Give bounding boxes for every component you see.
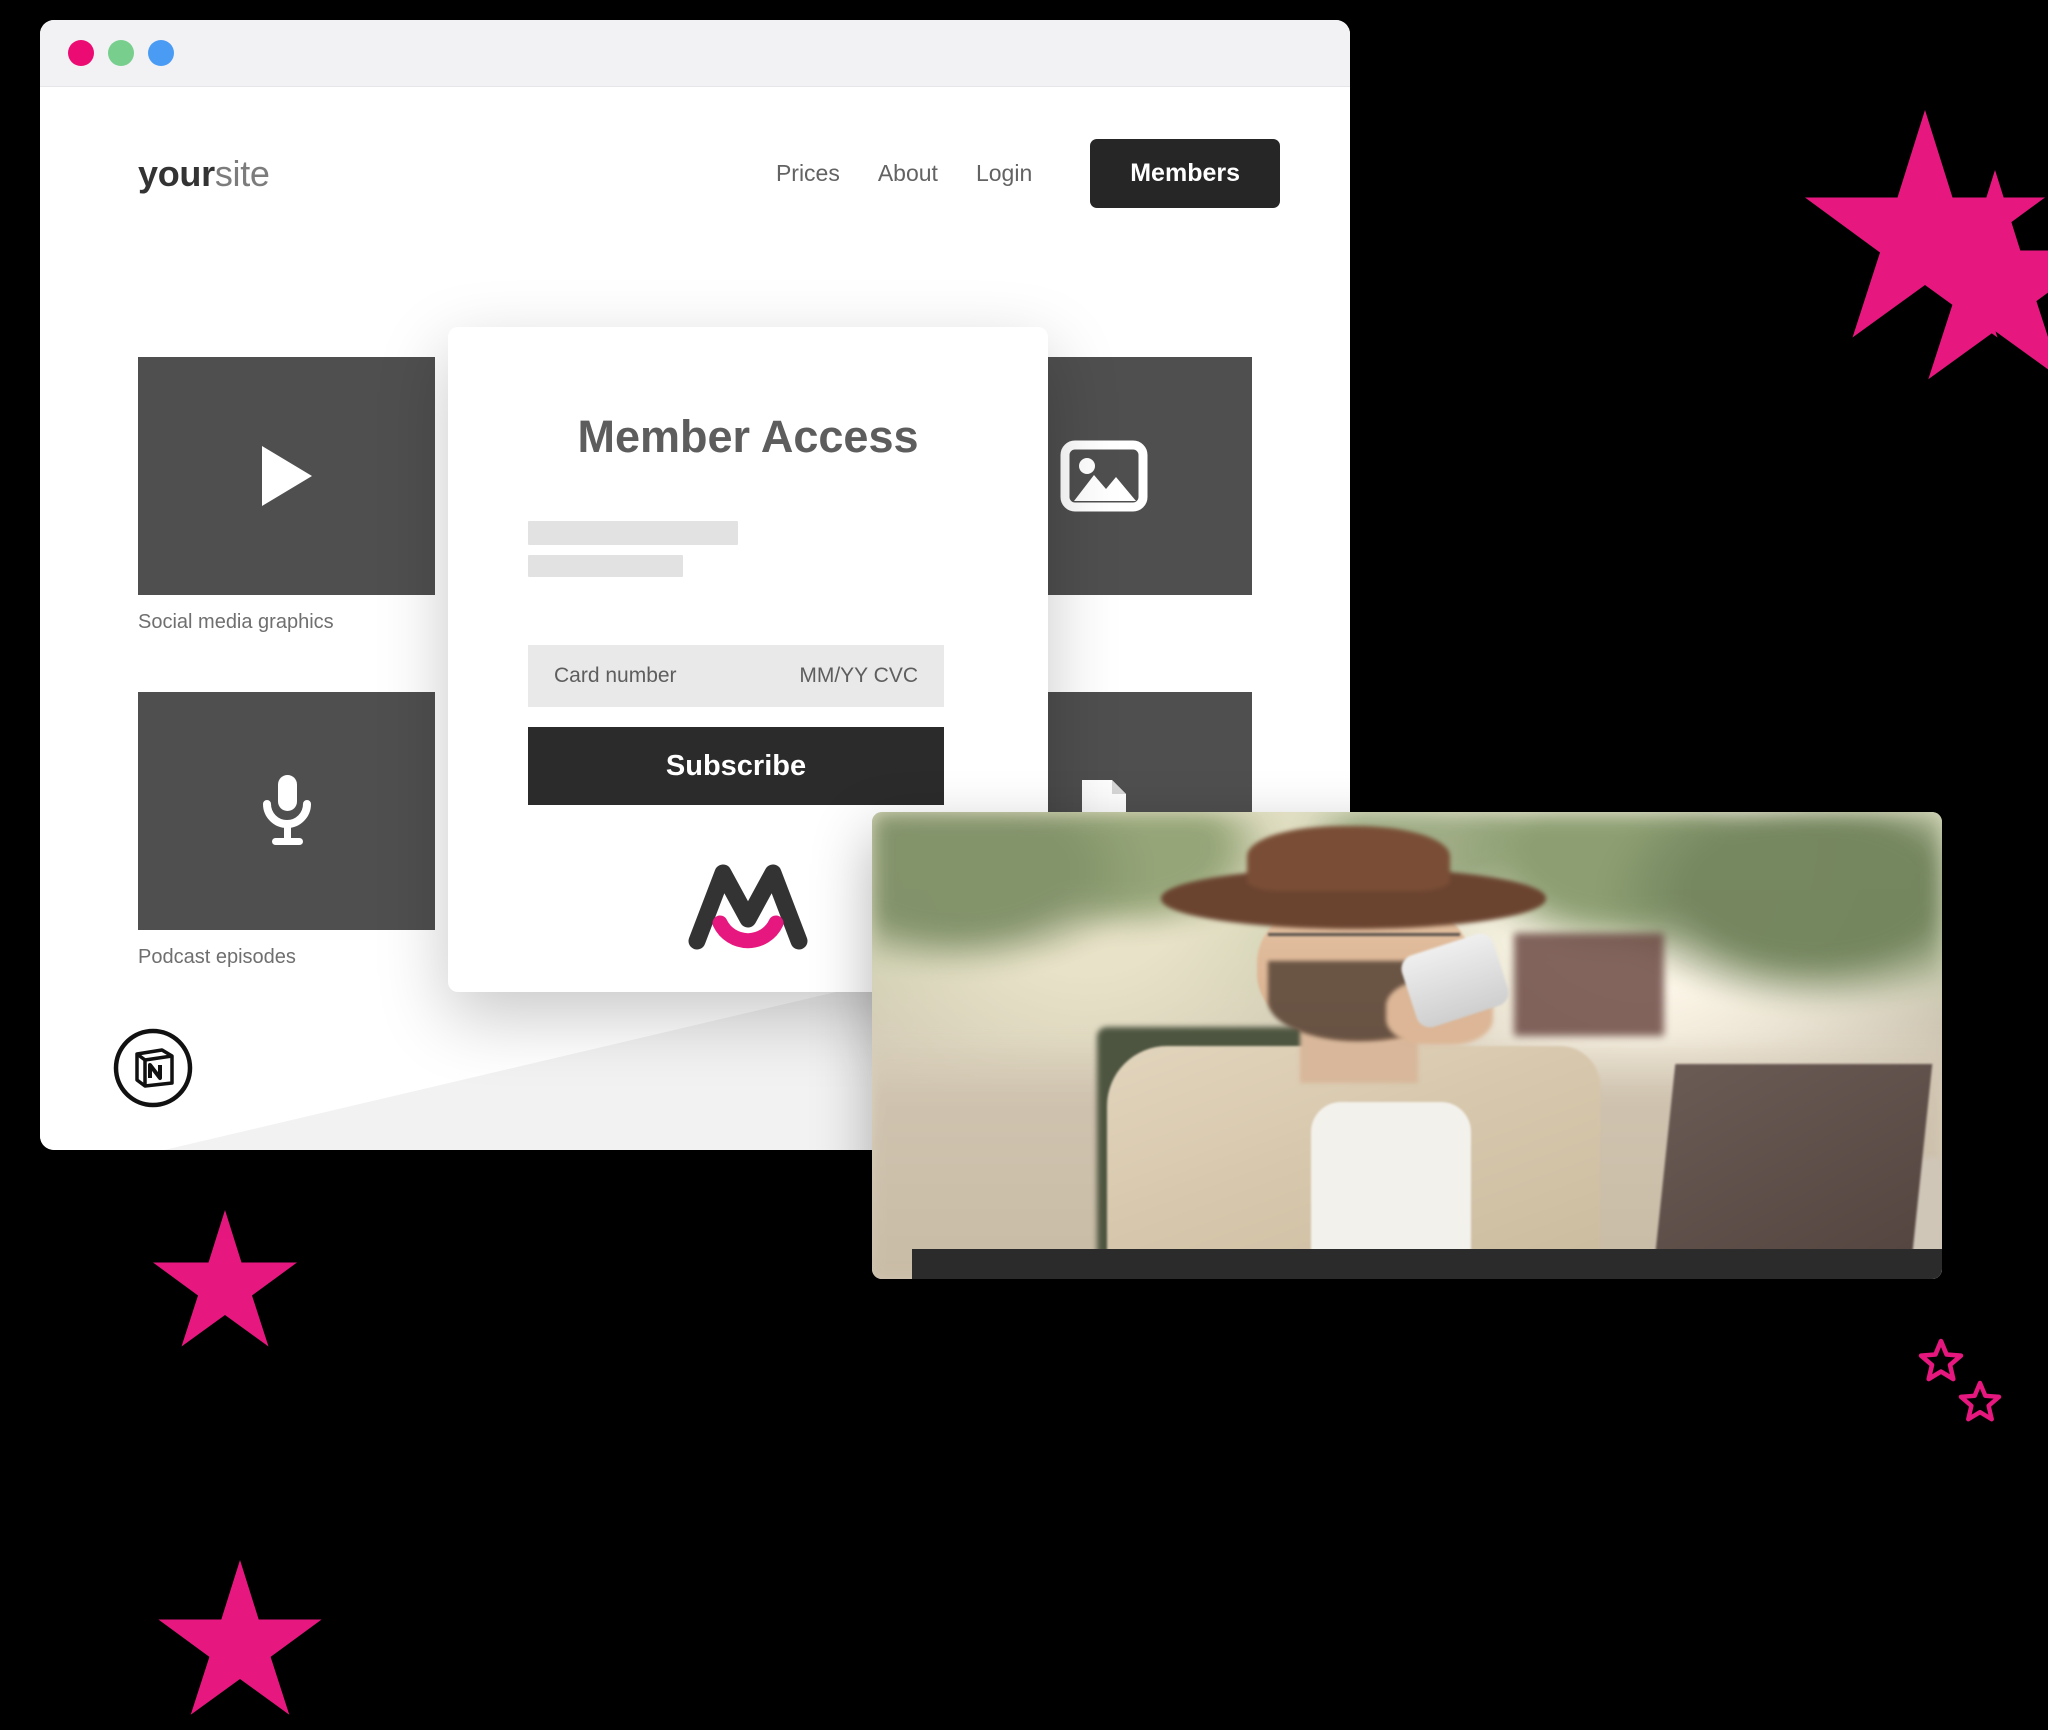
form-field-placeholder-bar [528, 555, 683, 577]
decorative-star-icon [1958, 1380, 2002, 1422]
play-icon [261, 446, 312, 506]
microphone-icon [262, 775, 311, 845]
browser-titlebar [40, 20, 1350, 87]
form-field-placeholder-bar [528, 521, 738, 545]
screenshot-stage: yoursite Prices About Login Members Soci… [0, 0, 2048, 1715]
main-navigation: Prices About Login Members [776, 139, 1280, 208]
subscribe-button[interactable]: Subscribe [528, 727, 944, 805]
content-thumbnail[interactable] [138, 357, 435, 595]
card-expiry-cvc-placeholder: MM/YY CVC [799, 664, 918, 687]
photo-image [872, 812, 1942, 1279]
card-details-input[interactable]: Card number MM/YY CVC [528, 645, 944, 707]
nav-link-about[interactable]: About [878, 160, 938, 187]
minimize-window-dot[interactable] [108, 40, 134, 66]
site-logo[interactable]: yoursite [138, 153, 270, 195]
modal-title: Member Access [577, 411, 919, 462]
decorative-star-icon [1918, 1338, 1964, 1382]
image-icon [1060, 440, 1147, 512]
decorative-star-icon [158, 1560, 322, 1715]
notion-badge[interactable] [112, 1027, 194, 1109]
content-card-podcast[interactable]: Podcast episodes [138, 692, 435, 969]
decorative-star-icon [153, 1210, 297, 1347]
members-button[interactable]: Members [1090, 139, 1280, 208]
close-window-dot[interactable] [68, 40, 94, 66]
card-number-placeholder: Card number [554, 664, 677, 687]
content-thumbnail[interactable] [138, 692, 435, 930]
memberful-m-logo-icon [688, 864, 808, 950]
photo-panel-bottom-bar [912, 1249, 1942, 1279]
nav-link-login[interactable]: Login [976, 160, 1032, 187]
notion-logo-icon [113, 1028, 193, 1108]
content-card-video[interactable]: Social media graphics [138, 357, 435, 634]
content-card-label: Podcast episodes [138, 946, 296, 968]
nav-link-prices[interactable]: Prices [776, 160, 840, 187]
site-logo-bold: your [138, 152, 215, 194]
site-logo-light: site [214, 152, 270, 194]
photo-panel [872, 812, 1942, 1279]
content-card-label: Social media graphics [138, 611, 334, 633]
maximize-window-dot[interactable] [148, 40, 174, 66]
site-header: yoursite Prices About Login Members [40, 87, 1350, 208]
